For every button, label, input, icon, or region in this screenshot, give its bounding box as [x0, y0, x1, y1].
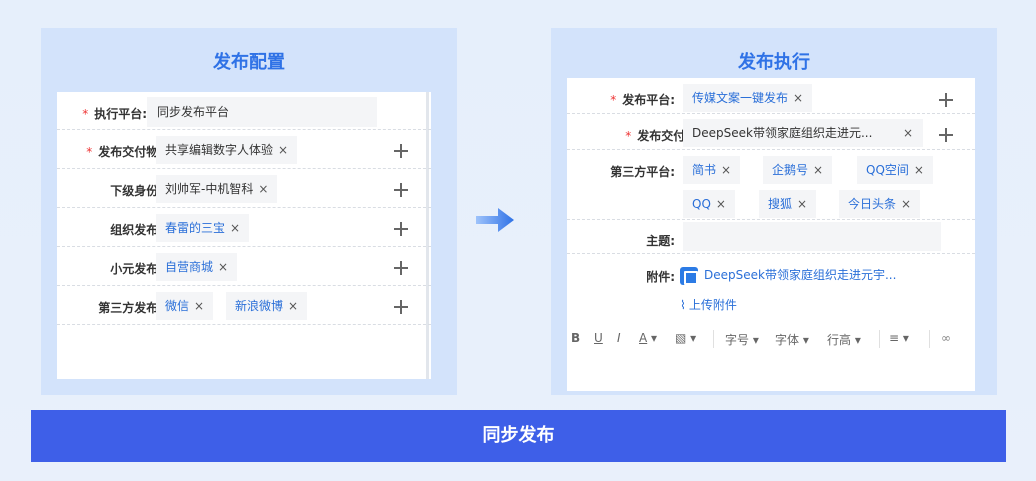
arrow-right-icon: [476, 208, 514, 232]
upload-attachment-link[interactable]: ⌇ 上传附件: [680, 296, 737, 313]
subject-label: 主题:: [646, 234, 675, 248]
close-icon[interactable]: ×: [901, 197, 911, 211]
org-publish-tag[interactable]: 春雷的三宝 ×: [156, 214, 250, 242]
row-subject: 主题:: [567, 220, 975, 254]
add-platform-button[interactable]: [939, 93, 953, 107]
close-icon[interactable]: ×: [230, 221, 240, 235]
row-sub-identity: 下级身份: 刘帅军-中机智科 ×: [57, 169, 431, 208]
row-xiaoyuan-publish: 小元发布: 自营商城 ×: [57, 247, 431, 286]
close-icon[interactable]: ×: [797, 197, 807, 211]
publish-platform-label: * 发布平台:: [610, 93, 675, 107]
font-size-dropdown[interactable]: 字号 ▾: [725, 331, 759, 348]
paperclip-icon: ⌇: [680, 298, 686, 312]
config-card: * 执行平台: 同步发布平台 * 发布交付物: 共享编辑数字人体验 × 下级身份: 刘…: [57, 92, 431, 379]
close-icon[interactable]: ×: [288, 299, 298, 313]
sync-publish-button[interactable]: 同步发布: [31, 410, 1006, 462]
platform-tag-jianshu[interactable]: 简书 ×: [683, 156, 741, 184]
add-sub-identity-button[interactable]: [394, 183, 408, 197]
sub-identity-tag[interactable]: 刘帅军-中机智科 ×: [156, 175, 278, 203]
underline-button[interactable]: U: [594, 331, 603, 345]
row-publish-platform: * 发布平台: 传媒文案一键发布 ×: [567, 78, 975, 114]
deliverable-tag[interactable]: 共享编辑数字人体验 ×: [156, 136, 298, 164]
close-icon[interactable]: ×: [194, 299, 204, 313]
row-deliverable: * 发布交付物: 共享编辑数字人体验 ×: [57, 130, 431, 169]
third-party-tag-weibo[interactable]: 新浪微博 ×: [226, 292, 308, 320]
deliverable-label: * 发布交付物:: [86, 145, 163, 159]
toolbar-divider: [713, 330, 714, 348]
add-org-publish-button[interactable]: [394, 222, 408, 236]
close-icon[interactable]: ×: [716, 197, 726, 211]
close-icon[interactable]: ×: [793, 91, 803, 105]
line-height-dropdown[interactable]: 行高 ▾: [827, 331, 861, 348]
config-panel: 发布配置 * 执行平台: 同步发布平台 * 发布交付物: 共享编辑数字人体验 × 下级…: [41, 28, 457, 395]
add-third-party-button[interactable]: [394, 300, 408, 314]
close-icon[interactable]: ×: [721, 163, 731, 177]
third-party-publish-label: 第三方发布:: [98, 301, 163, 315]
close-icon[interactable]: ×: [914, 163, 924, 177]
platform-tag-sohu[interactable]: 搜狐 ×: [759, 190, 817, 218]
row-attachment: 附件: DeepSeek带领家庭组织走进元宇... ⌇ 上传附件: [567, 254, 975, 320]
third-party-tag-wechat[interactable]: 微信 ×: [156, 292, 214, 320]
row-third-party-publish: 第三方发布: 微信 × 新浪微博 ×: [57, 286, 431, 325]
platform-tag-qiehao[interactable]: 企鹅号 ×: [763, 156, 833, 184]
platform-tag-toutiao[interactable]: 今日头条 ×: [839, 190, 921, 218]
platform-tag-qqzone[interactable]: QQ空间 ×: [857, 156, 933, 184]
close-icon[interactable]: ×: [278, 143, 288, 157]
bg-color-button[interactable]: ▧ ▾: [675, 331, 696, 345]
attachment-label: 附件:: [646, 270, 675, 284]
file-icon: [680, 266, 698, 285]
row-deliverable-right: * 发布交付物: DeepSeek带领家庭组织走进元... ×: [567, 114, 975, 150]
close-icon[interactable]: ×: [903, 119, 913, 147]
bold-button[interactable]: B: [571, 331, 580, 345]
publish-platform-tag[interactable]: 传媒文案一键发布 ×: [683, 84, 813, 112]
toolbar-divider: [879, 330, 880, 348]
execute-panel: 发布执行 * 发布平台: 传媒文案一键发布 × * 发布交付物: DeepSeek带领…: [551, 28, 997, 395]
third-party-platforms-label: 第三方平台:: [610, 165, 675, 179]
close-icon[interactable]: ×: [813, 163, 823, 177]
subject-input[interactable]: [683, 222, 941, 251]
add-xiaoyuan-publish-button[interactable]: [394, 261, 408, 275]
font-color-button[interactable]: A ▾: [639, 331, 657, 345]
close-icon[interactable]: ×: [218, 260, 228, 274]
row-exec-platform: * 执行平台: 同步发布平台: [57, 92, 431, 130]
toolbar-divider: [929, 330, 930, 348]
execute-card: * 发布平台: 传媒文案一键发布 × * 发布交付物: DeepSeek带领家庭组织走…: [567, 78, 975, 391]
link-icon[interactable]: ∞: [941, 331, 951, 345]
font-family-dropdown[interactable]: 字体 ▾: [775, 331, 809, 348]
editor-toolbar: B U I A ▾ ▧ ▾ 字号 ▾ 字体 ▾ 行高 ▾ ≡ ▾ ∞: [567, 326, 975, 352]
exec-platform-label: * 执行平台:: [82, 107, 147, 121]
italic-button[interactable]: I: [617, 331, 621, 345]
close-icon[interactable]: ×: [258, 182, 268, 196]
attachment-file[interactable]: DeepSeek带领家庭组织走进元宇...: [680, 266, 896, 285]
row-third-party-platforms: 第三方平台: 简书 × 企鹅号 × QQ空间 × QQ × 搜狐 × 今日头条 ×: [567, 150, 975, 220]
align-dropdown[interactable]: ≡ ▾: [889, 331, 909, 345]
exec-platform-value[interactable]: 同步发布平台: [147, 97, 377, 127]
platform-tag-qq[interactable]: QQ ×: [683, 190, 735, 218]
add-deliverable-button[interactable]: [394, 144, 408, 158]
deliverable-right-tag[interactable]: DeepSeek带领家庭组织走进元... ×: [683, 119, 923, 147]
config-panel-title: 发布配置: [213, 52, 285, 73]
row-org-publish: 组织发布: 春雷的三宝 ×: [57, 208, 431, 247]
add-deliverable-right-button[interactable]: [939, 128, 953, 142]
execute-panel-title: 发布执行: [738, 52, 810, 73]
xiaoyuan-publish-tag[interactable]: 自营商城 ×: [156, 253, 238, 281]
